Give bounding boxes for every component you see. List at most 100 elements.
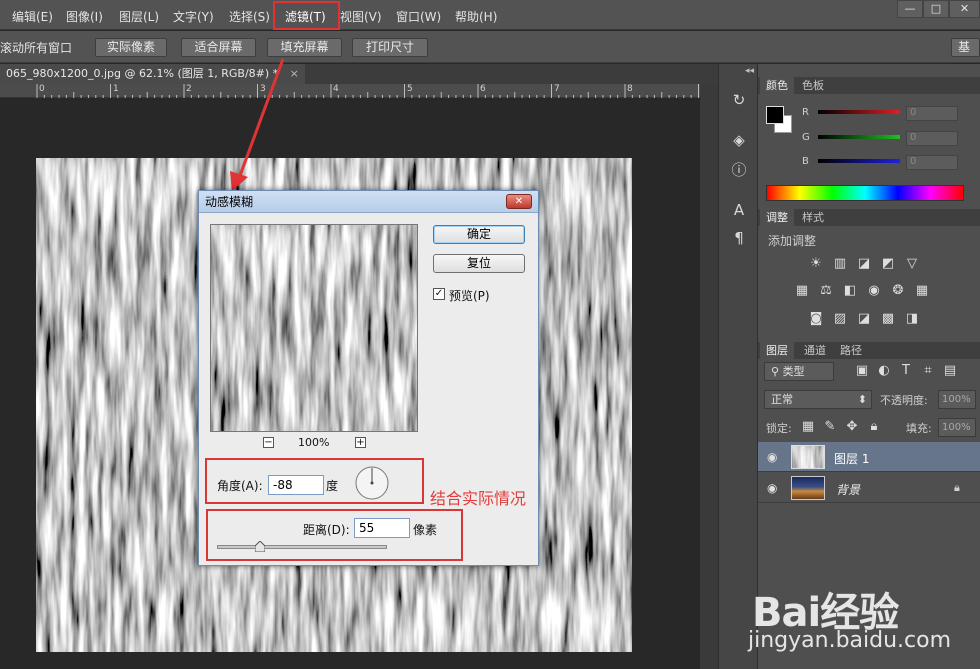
scroll-all-windows-label[interactable]: 滚动所有窗口 (0, 39, 72, 56)
close-tab-icon[interactable]: × (290, 67, 299, 80)
tab-adjustments[interactable]: 调整 (760, 209, 794, 226)
filter-menu-highlight-box (273, 1, 340, 30)
background-layer-name[interactable]: 背景 (836, 481, 860, 498)
minimize-button[interactable]: — (897, 0, 923, 18)
collapse-panels-icon[interactable]: ◂◂ (745, 66, 754, 76)
restore-button[interactable]: □ (923, 0, 949, 18)
tab-color[interactable]: 颜色 (760, 77, 794, 94)
info-icon[interactable]: ⓘ (729, 160, 749, 180)
paragraph-icon[interactable]: ¶ (729, 228, 749, 248)
zoom-in-button[interactable]: + (355, 437, 366, 448)
red-channel-value[interactable]: 0 (906, 106, 958, 121)
watermark-url: jingyan.baidu.com (748, 628, 952, 653)
menu-help[interactable]: 帮助(H) (455, 8, 497, 25)
tab-styles[interactable]: 样式 (796, 209, 830, 226)
red-channel-label: R (802, 107, 809, 118)
menu-type[interactable]: 文字(Y) (173, 8, 214, 25)
filter-shape-icon[interactable]: ⌗ (920, 363, 936, 379)
gradient-map-icon[interactable]: ▩ (880, 311, 896, 327)
menu-layer[interactable]: 图层(L) (119, 8, 159, 25)
print-size-button[interactable]: 打印尺寸 (352, 38, 428, 57)
posterize-icon[interactable]: ▨ (832, 311, 848, 327)
preview-checkbox[interactable]: ✓ (433, 288, 445, 300)
fill-field[interactable]: 100% (938, 418, 976, 437)
lock-label: 锁定: (766, 422, 792, 435)
blend-mode-select[interactable]: 正常 ⬍ (764, 390, 872, 409)
close-window-button[interactable]: ✕ (949, 0, 980, 18)
black-white-icon[interactable]: ◧ (842, 283, 858, 299)
lock-transparent-icon[interactable]: ▦ (800, 419, 816, 435)
dialog-close-button[interactable]: ✕ (506, 194, 532, 209)
document-tab-bar: 065_980x1200_0.jpg @ 62.1% (图层 1, RGB/8#… (0, 64, 718, 84)
filter-preview-pane[interactable] (210, 224, 418, 432)
tab-swatches[interactable]: 色板 (796, 77, 830, 94)
vertical-scrollbar[interactable] (700, 84, 718, 669)
opacity-field[interactable]: 100% (938, 390, 976, 409)
add-adjustment-heading: 添加调整 (768, 234, 817, 248)
layer-row-layer1[interactable]: ◉ 图层 1 (758, 442, 980, 472)
layer-filter-select[interactable]: ⚲ 类型 (764, 362, 834, 381)
blend-mode-value: 正常 (771, 393, 793, 406)
layer-row-background[interactable]: ◉ 背景 🔒︎ (758, 473, 980, 503)
menu-window[interactable]: 窗口(W) (396, 8, 441, 25)
color-panel-tabs: 颜色 色板 (758, 77, 980, 94)
color-spectrum-bar[interactable] (766, 185, 964, 201)
filter-smart-object-icon[interactable]: ▤ (942, 363, 958, 379)
ruler-label-5: 5 (407, 84, 413, 94)
green-channel-row: G 0 (802, 131, 962, 146)
lock-all-icon[interactable]: 🔒︎ (866, 419, 882, 435)
distance-highlight-box (206, 509, 463, 561)
filter-pixel-icon[interactable]: ▣ (854, 363, 870, 379)
ruler-label-7: 7 (554, 84, 560, 94)
channel-mixer-icon[interactable]: ❂ (890, 283, 906, 299)
tab-layers[interactable]: 图层 (760, 342, 794, 359)
3d-icon[interactable]: ◈ (729, 130, 749, 150)
exposure-icon[interactable]: ◩ (880, 256, 896, 272)
red-channel-row: R 0 (802, 106, 962, 121)
history-icon[interactable]: ↻ (729, 90, 749, 110)
layer-filter-value: 类型 (782, 365, 805, 378)
filter-adjustment-icon[interactable]: ◐ (876, 363, 892, 379)
dialog-titlebar[interactable]: 动感模糊 ✕ (199, 191, 538, 213)
menu-view[interactable]: 视图(V) (340, 8, 382, 25)
ruler-ticks (36, 84, 699, 98)
green-channel-label: G (802, 132, 810, 143)
photo-filter-icon[interactable]: ◉ (866, 283, 882, 299)
green-channel-value[interactable]: 0 (906, 131, 958, 146)
actual-pixels-button[interactable]: 实际像素 (95, 38, 167, 57)
ok-button[interactable]: 确定 (433, 225, 525, 244)
lock-image-icon[interactable]: ✎ (822, 419, 838, 435)
hue-saturation-icon[interactable]: ▦ (794, 283, 810, 299)
tab-channels[interactable]: 通道 (798, 342, 832, 359)
invert-icon[interactable]: ◙ (808, 311, 824, 327)
green-channel-slider[interactable] (818, 135, 900, 139)
reset-button[interactable]: 复位 (433, 254, 525, 273)
red-channel-slider[interactable] (818, 110, 900, 114)
color-lookup-icon[interactable]: ▦ (914, 283, 930, 299)
layer1-name[interactable]: 图层 1 (834, 450, 869, 467)
blue-channel-label: B (802, 156, 809, 167)
color-balance-icon[interactable]: ⚖ (818, 283, 834, 299)
vibrance-icon[interactable]: ▽ (904, 256, 920, 272)
filter-type-icon[interactable]: T (898, 363, 914, 379)
selective-color-icon[interactable]: ◨ (904, 311, 920, 327)
fill-label: 填充: (906, 422, 932, 435)
threshold-icon[interactable]: ◪ (856, 311, 872, 327)
blue-channel-value[interactable]: 0 (906, 155, 958, 170)
brightness-contrast-icon[interactable]: ☀ (808, 256, 824, 272)
tab-paths[interactable]: 路径 (834, 342, 868, 359)
opacity-label: 不透明度: (880, 394, 928, 407)
visibility-eye-icon[interactable]: ◉ (767, 450, 777, 464)
menu-edit[interactable]: 编辑(E) (12, 8, 53, 25)
levels-icon[interactable]: ▥ (832, 256, 848, 272)
workspace-switcher[interactable]: 基本 (951, 38, 980, 57)
lock-position-icon[interactable]: ✥ (844, 419, 860, 435)
menu-image[interactable]: 图像(I) (66, 8, 103, 25)
blue-channel-slider[interactable] (818, 159, 900, 163)
menu-select[interactable]: 选择(S) (229, 8, 270, 25)
curves-icon[interactable]: ◪ (856, 256, 872, 272)
character-icon[interactable]: A (729, 200, 749, 220)
visibility-eye-icon[interactable]: ◉ (767, 481, 777, 495)
zoom-out-button[interactable]: − (263, 437, 274, 448)
options-bar: 滚动所有窗口 实际像素 适合屏幕 填充屏幕 打印尺寸 基本 (0, 31, 980, 63)
